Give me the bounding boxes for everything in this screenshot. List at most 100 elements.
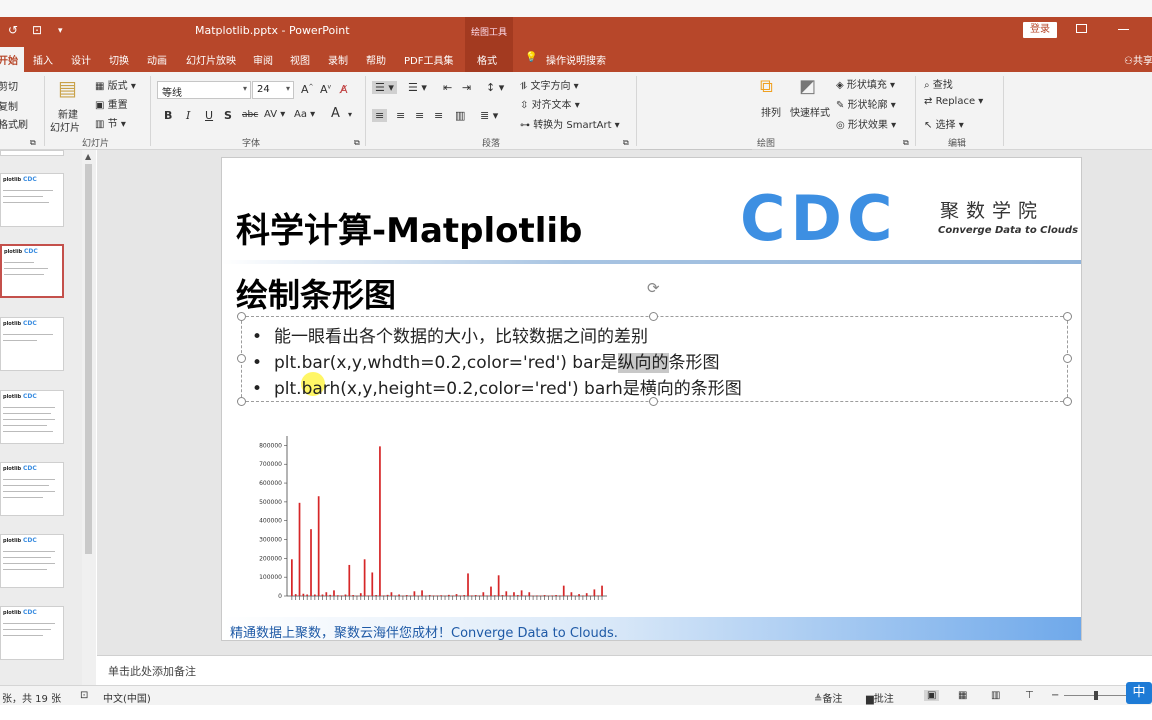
align-left-icon[interactable]: ≡ xyxy=(372,109,388,122)
arrange-button[interactable]: 排列 xyxy=(761,104,781,119)
thumbnail-scrollbar[interactable]: ▲ xyxy=(82,150,96,685)
dialog-launcher-icon[interactable]: ⧉ xyxy=(903,138,909,148)
align-right-icon[interactable]: ≡ xyxy=(415,109,424,122)
resize-handle[interactable] xyxy=(649,312,658,321)
resize-handle[interactable] xyxy=(237,312,246,321)
tab-home[interactable]: 开始 xyxy=(0,47,24,72)
dialog-launcher-icon[interactable]: ⧉ xyxy=(30,138,36,148)
zoom-slider-knob[interactable] xyxy=(1094,691,1098,700)
scroll-up-icon[interactable]: ▲ xyxy=(85,152,91,161)
slide-thumbnail[interactable]: plotlib CDC xyxy=(0,173,64,227)
slide-thumbnail[interactable]: plotlib CDC xyxy=(0,390,64,444)
shape-effects-button[interactable]: ◎ 形状效果 ▾ xyxy=(836,116,896,131)
language-indicator[interactable]: 中文(中国) xyxy=(103,690,151,705)
dialog-launcher-icon[interactable]: ⧉ xyxy=(623,138,629,148)
select-button[interactable]: ↖ 选择 ▾ xyxy=(924,116,964,131)
tab-animations[interactable]: 动画 xyxy=(147,52,167,67)
tab-record[interactable]: 录制 xyxy=(328,52,348,67)
shape-fill-button[interactable]: ◈ 形状填充 ▾ xyxy=(836,76,895,91)
grow-font-icon[interactable]: A^ xyxy=(301,83,314,96)
clear-format-icon[interactable]: A̸ xyxy=(340,83,348,96)
copy-button[interactable]: 复制 xyxy=(0,98,18,113)
slideshow-icon[interactable]: ⊡ xyxy=(32,23,42,37)
tab-pdf-tools[interactable]: PDF工具集 xyxy=(404,52,453,67)
resize-handle[interactable] xyxy=(1063,312,1072,321)
slide-title[interactable]: 科学计算-Matplotlib xyxy=(236,203,582,252)
align-text-button[interactable]: ⇳ 对齐文本 ▾ xyxy=(520,96,580,111)
find-button[interactable]: ⌕ 查找 xyxy=(924,76,953,91)
customize-qat-icon[interactable]: ▾ xyxy=(58,26,63,36)
italic-icon[interactable]: I xyxy=(186,109,190,122)
quick-styles-button[interactable]: 快速样式 xyxy=(790,104,830,119)
cut-button[interactable]: 剪切 xyxy=(0,78,18,93)
increase-indent-icon[interactable]: ⇥ xyxy=(462,81,471,94)
bullet-item[interactable]: • 能一眼看出各个数据的大小，比较数据之间的差别 xyxy=(252,322,648,347)
font-color-icon[interactable]: A xyxy=(331,106,340,121)
columns-icon[interactable]: ▥ xyxy=(455,109,465,122)
justify-icon[interactable]: ≡ xyxy=(434,109,443,122)
slide-thumbnail-selected[interactable]: plotlib CDC xyxy=(0,244,64,298)
tab-format[interactable]: 格式 xyxy=(477,52,497,67)
change-case-button[interactable]: Aa ▾ xyxy=(294,109,315,120)
bullet-item[interactable]: • plt.bar(x,y,whdth=0.2,color='red') bar是… xyxy=(252,348,720,373)
slide-thumbnail[interactable]: plotlib CDC xyxy=(0,462,64,516)
align-center-icon[interactable]: ≡ xyxy=(396,109,405,122)
replace-button[interactable]: ⇄ Replace ▾ xyxy=(924,96,983,107)
tab-review[interactable]: 审阅 xyxy=(253,52,273,67)
layout-button[interactable]: ▦ 版式 ▾ xyxy=(95,77,136,92)
convert-smartart-button[interactable]: ⊶ 转换为 SmartArt ▾ xyxy=(520,116,620,131)
slide-subtitle[interactable]: 绘制条形图 xyxy=(236,270,396,316)
character-spacing-button[interactable]: AV ▾ xyxy=(264,109,285,120)
ribbon-display-icon[interactable] xyxy=(1076,24,1087,33)
resize-handle[interactable] xyxy=(1063,397,1072,406)
scrollbar-thumb[interactable] xyxy=(85,164,92,554)
align-distribute-icon[interactable]: ≣ ▾ xyxy=(480,109,498,122)
tab-insert[interactable]: 插入 xyxy=(33,52,53,67)
new-slide-label-2[interactable]: 幻灯片 xyxy=(50,119,80,134)
slide-sorter-icon[interactable]: ▦ xyxy=(958,690,967,701)
resize-handle[interactable] xyxy=(237,354,246,363)
shrink-font-icon[interactable]: Av xyxy=(320,83,331,96)
tab-slideshow[interactable]: 幻灯片放映 xyxy=(186,52,236,67)
zoom-out-icon[interactable]: − xyxy=(1051,690,1059,701)
tab-transitions[interactable]: 切换 xyxy=(109,52,129,67)
font-family-select[interactable]: 等线 ▾ xyxy=(157,81,251,99)
bullet-item[interactable]: • plt.barh(x,y,height=0.2,color='red') ba… xyxy=(252,374,742,399)
slide[interactable]: 科学计算-Matplotlib CDC 聚数学院 Converge Data t… xyxy=(221,157,1082,641)
slideshow-view-icon[interactable]: ⊤ xyxy=(1025,690,1034,701)
numbering-icon[interactable]: ☰ ▾ xyxy=(408,81,427,94)
minimize-icon[interactable] xyxy=(1118,29,1129,30)
section-button[interactable]: ▥ 节 ▾ xyxy=(95,115,126,130)
spellcheck-icon[interactable]: ⊡ xyxy=(80,690,88,701)
shape-outline-button[interactable]: ✎ 形状轮廓 ▾ xyxy=(836,96,896,111)
tell-me-search[interactable]: 操作说明搜索 xyxy=(546,52,606,67)
resize-handle[interactable] xyxy=(237,397,246,406)
arrange-icon[interactable]: ⧉ xyxy=(760,76,773,97)
notes-placeholder[interactable]: 单击此处添加备注 xyxy=(108,663,196,679)
normal-view-icon[interactable]: ▣ xyxy=(924,690,940,701)
slide-thumbnail[interactable]: plotlib CDC xyxy=(0,317,64,371)
notes-toggle-button[interactable]: ≜备注 xyxy=(814,690,842,705)
resize-handle[interactable] xyxy=(1063,354,1072,363)
ime-indicator[interactable]: 中 xyxy=(1126,682,1152,704)
strikethrough-icon[interactable]: abc xyxy=(242,110,258,120)
tab-design[interactable]: 设计 xyxy=(71,52,91,67)
reset-button[interactable]: ▣ 重置 xyxy=(95,96,128,111)
notes-pane[interactable]: 单击此处添加备注 xyxy=(97,655,1152,685)
slide-thumbnail[interactable]: plotlib CDC xyxy=(0,606,64,660)
line-spacing-icon[interactable]: ↕ ▾ xyxy=(486,81,504,94)
shadow-icon[interactable]: S xyxy=(224,109,232,122)
decrease-indent-icon[interactable]: ⇤ xyxy=(443,81,452,94)
reading-view-icon[interactable]: ▥ xyxy=(991,690,1000,701)
tab-help[interactable]: 帮助 xyxy=(366,52,386,67)
comments-toggle-button[interactable]: ▆批注 xyxy=(866,690,894,705)
login-button[interactable]: 登录 xyxy=(1023,22,1057,38)
tab-view[interactable]: 视图 xyxy=(290,52,310,67)
undo-icon[interactable]: ↺ xyxy=(8,23,18,37)
new-slide-icon[interactable]: ▤ xyxy=(58,76,77,100)
font-size-select[interactable]: 24 ▾ xyxy=(252,81,294,99)
bold-icon[interactable]: B xyxy=(164,109,172,122)
underline-icon[interactable]: U xyxy=(205,109,213,122)
text-direction-button[interactable]: ⥮ 文字方向 ▾ xyxy=(520,77,579,92)
rotate-handle-icon[interactable]: ⟳ xyxy=(647,279,660,297)
